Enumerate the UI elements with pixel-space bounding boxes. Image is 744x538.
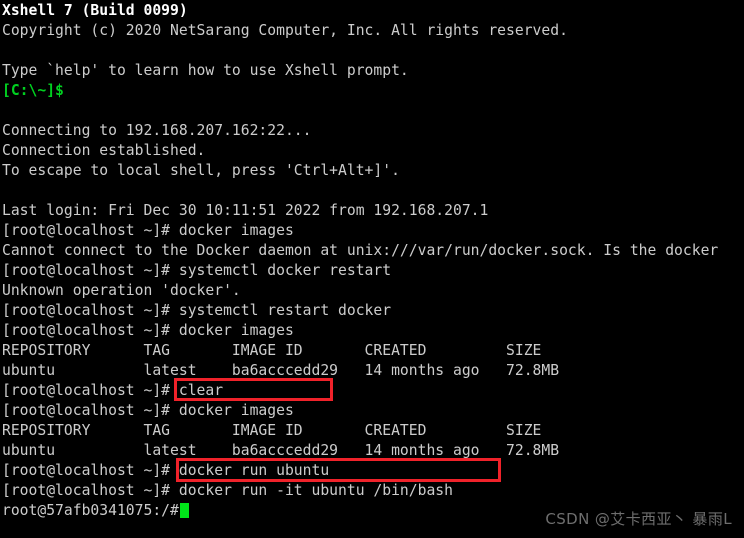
- terminal-line: Copyright (c) 2020 NetSarang Computer, I…: [2, 22, 568, 39]
- terminal-line: Connection established.: [2, 142, 206, 159]
- terminal-command-line: [root@localhost ~]# docker images: [2, 402, 294, 419]
- terminal-command-line: [root@localhost ~]# docker images: [2, 322, 294, 339]
- terminal-line: Connecting to 192.168.207.162:22...: [2, 122, 312, 139]
- terminal-command-line: [root@localhost ~]# docker run -it ubunt…: [2, 482, 453, 499]
- terminal-error-line: Cannot connect to the Docker daemon at u…: [2, 242, 719, 259]
- terminal-command-line: [root@localhost ~]# systemctl docker res…: [2, 262, 392, 279]
- terminal-line: Last login: Fri Dec 30 10:11:51 2022 fro…: [2, 202, 489, 219]
- terminal-command-line: [root@localhost ~]# clear: [2, 382, 224, 399]
- docker-images-table-row: ubuntu latest ba6acccedd29 14 months ago…: [2, 442, 560, 459]
- csdn-watermark: CSDN @艾卡西亚丶 暴雨L: [545, 510, 732, 528]
- terminal-command-line: [root@localhost ~]# docker run ubuntu: [2, 462, 330, 479]
- terminal-screen[interactable]: Xshell 7 (Build 0099) Copyright (c) 2020…: [2, 1, 744, 521]
- docker-images-table-header: REPOSITORY TAG IMAGE ID CREATED SIZE: [2, 422, 542, 439]
- container-shell-prompt: root@57afb0341075:/#: [2, 502, 179, 519]
- terminal-line: Xshell 7 (Build 0099): [2, 2, 188, 19]
- local-shell-prompt: [C:\~]$: [2, 82, 64, 99]
- terminal-cursor: [179, 503, 189, 518]
- docker-images-table-header: REPOSITORY TAG IMAGE ID CREATED SIZE: [2, 342, 542, 359]
- terminal-window[interactable]: Xshell 7 (Build 0099) Copyright (c) 2020…: [0, 0, 744, 538]
- terminal-command-line: [root@localhost ~]# systemctl restart do…: [2, 302, 392, 319]
- terminal-command-line: [root@localhost ~]# docker images: [2, 222, 294, 239]
- terminal-line: Type `help' to learn how to use Xshell p…: [2, 62, 409, 79]
- docker-images-table-row: ubuntu latest ba6acccedd29 14 months ago…: [2, 362, 560, 379]
- terminal-error-line: Unknown operation 'docker'.: [2, 282, 241, 299]
- terminal-line: To escape to local shell, press 'Ctrl+Al…: [2, 162, 400, 179]
